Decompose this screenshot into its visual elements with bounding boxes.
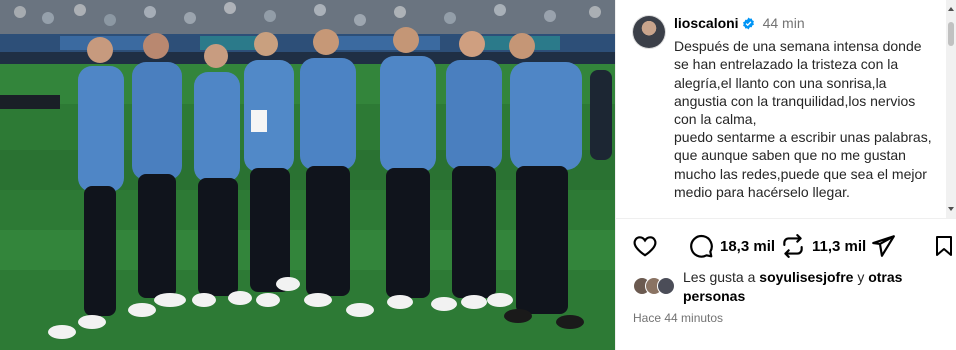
action-bar: 18,3 mil 11,3 mil: [630, 232, 952, 260]
caption-text: Después de una semana intensa donde se h…: [674, 38, 932, 200]
paper-plane-icon: [872, 235, 895, 257]
scroll-down-arrow-icon[interactable]: [947, 204, 955, 214]
save-button[interactable]: [932, 232, 956, 260]
avatar: [657, 277, 675, 295]
caption-scrollbar[interactable]: [946, 0, 956, 218]
verified-badge-icon: [742, 16, 755, 34]
heart-icon: [633, 236, 657, 257]
post-timestamp[interactable]: Hace 44 minutos: [633, 311, 723, 325]
post-caption: lioscaloni 44 min Después de una semana i…: [674, 14, 940, 201]
likes-prefix: Les gusta a: [683, 269, 756, 285]
scroll-up-arrow-icon[interactable]: [947, 4, 955, 14]
username-link[interactable]: lioscaloni: [674, 15, 739, 31]
post-panel: lioscaloni 44 min Después de una semana i…: [615, 0, 956, 350]
caption-area[interactable]: lioscaloni 44 min Después de una semana i…: [616, 0, 956, 218]
share-button[interactable]: [870, 232, 896, 260]
divider: [616, 218, 956, 219]
repost-button[interactable]: 11,3 mil: [780, 232, 866, 260]
comment-button[interactable]: 18,3 mil: [688, 232, 775, 260]
repost-count: 11,3 mil: [812, 237, 867, 255]
scrollbar-thumb[interactable]: [948, 22, 954, 46]
post-age: 44 min: [762, 15, 805, 31]
repost-icon: [783, 234, 803, 258]
likes-text: Les gusta a soyulisesjofre y otras perso…: [683, 268, 923, 306]
liker-avatars[interactable]: [633, 277, 681, 295]
avatar[interactable]: [633, 16, 665, 48]
like-button[interactable]: [632, 232, 658, 260]
likes-and: y: [857, 269, 865, 285]
comment-bubble-icon: [690, 235, 713, 258]
post-photo[interactable]: [0, 0, 615, 350]
bookmark-icon: [936, 236, 952, 256]
team-photo-illustration: [0, 0, 615, 350]
comment-count: 18,3 mil: [720, 237, 776, 255]
liker-username-link[interactable]: soyulisesjofre: [759, 269, 853, 285]
